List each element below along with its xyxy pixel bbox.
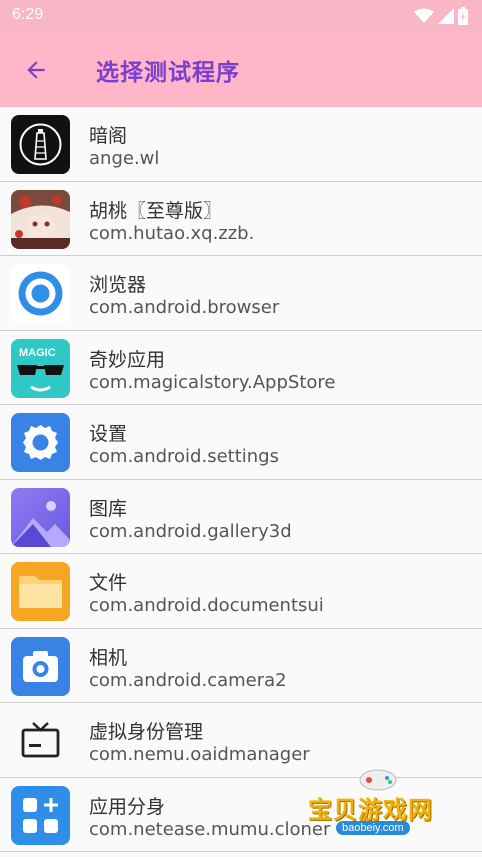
app-package: com.android.documentsui — [89, 595, 324, 616]
back-button[interactable] — [18, 52, 54, 88]
watermark: 宝贝游戏网 baobeiy.com — [296, 766, 466, 852]
app-package: com.android.browser — [89, 297, 280, 318]
list-item-magic[interactable]: MAGIC 奇妙应用 com.magicalstory.AppStore — [0, 330, 482, 405]
app-list: 暗阁 ange.wl 胡桃〖至尊版〗 com.hutao.xq.zzb. 浏览器… — [0, 107, 482, 852]
app-package: com.nemu.oaidmanager — [89, 744, 310, 765]
anime-avatar-icon — [11, 189, 70, 249]
app-bar: 选择测试程序 — [0, 32, 482, 107]
lighthouse-icon — [11, 115, 70, 174]
svg-text:MAGIC: MAGIC — [19, 347, 56, 359]
app-name: 胡桃〖至尊版〗 — [89, 199, 223, 222]
tv-icon — [11, 711, 70, 770]
gallery-icon — [11, 487, 70, 547]
app-name: 暗阁 — [89, 125, 128, 147]
signal-icon — [438, 8, 454, 24]
battery-icon — [458, 7, 468, 25]
watermark-url: baobeiy.com — [336, 821, 410, 835]
page-title: 选择测试程序 — [96, 60, 240, 86]
app-name: 相机 — [89, 646, 128, 669]
app-package: com.netease.mumu.cloner — [89, 818, 331, 840]
app-name: 图库 — [89, 497, 128, 520]
list-item-camera[interactable]: 相机 com.android.camera2 — [0, 628, 482, 703]
list-item-ange[interactable]: 暗阁 ange.wl — [0, 107, 482, 182]
folder-icon — [11, 562, 70, 621]
list-item-browser[interactable]: 浏览器 com.android.browser — [0, 256, 482, 331]
app-name: 奇妙应用 — [89, 348, 166, 371]
app-package: com.magicalstory.AppStore — [89, 371, 336, 393]
app-name: 虚拟身份管理 — [89, 721, 204, 743]
list-item-settings[interactable]: 设置 com.android.settings — [0, 405, 482, 480]
app-package: ange.wl — [89, 148, 160, 169]
arrow-back-icon — [27, 61, 45, 79]
wifi-icon — [414, 8, 434, 23]
app-name: 文件 — [89, 572, 128, 594]
list-item-hutao[interactable]: 胡桃〖至尊版〗 com.hutao.xq.zzb. — [0, 181, 482, 256]
app-package: com.android.gallery3d — [89, 520, 292, 542]
list-item-gallery[interactable]: 图库 com.android.gallery3d — [0, 479, 482, 554]
watermark-text: 宝贝游戏网 — [308, 796, 433, 824]
gamepad-logo-icon — [359, 769, 397, 791]
camera-icon — [11, 636, 70, 696]
list-item-files[interactable]: 文件 com.android.documentsui — [0, 554, 482, 629]
browser-icon — [11, 264, 70, 323]
app-name: 浏览器 — [89, 274, 147, 296]
status-bar: 6:29 — [0, 0, 482, 32]
status-time: 6:29 — [12, 6, 44, 23]
magic-sunglasses-icon: MAGIC — [11, 338, 70, 398]
app-package: com.android.camera2 — [89, 669, 287, 691]
app-name: 设置 — [89, 423, 128, 445]
app-grid-plus-icon — [11, 785, 70, 845]
app-name: 应用分身 — [89, 795, 166, 818]
app-package: com.android.settings — [89, 446, 279, 467]
app-package: com.hutao.xq.zzb. — [89, 222, 255, 244]
settings-gear-icon — [11, 413, 70, 472]
status-icons — [414, 6, 468, 26]
